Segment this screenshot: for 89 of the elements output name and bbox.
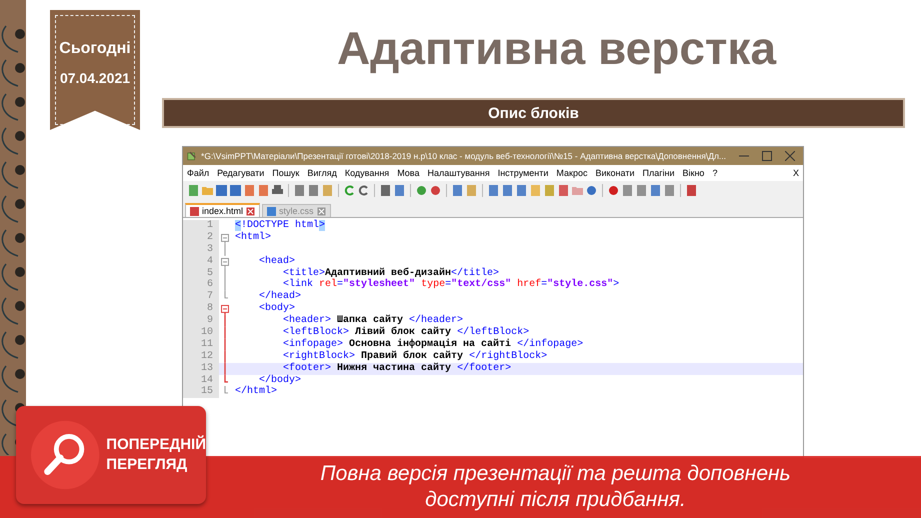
line-number: 8 — [183, 303, 219, 316]
toolbar-icon[interactable] — [357, 184, 370, 197]
toolbar-icon[interactable] — [487, 184, 500, 197]
menu-item[interactable]: Виконати — [595, 168, 634, 178]
menu-item[interactable]: Макрос — [556, 168, 588, 178]
close-tab-icon[interactable] — [246, 206, 256, 216]
toolbar-icon[interactable] — [393, 184, 406, 197]
line-number: 4 — [183, 256, 219, 268]
toolbar-icon[interactable] — [515, 184, 528, 197]
line-number: 2 — [183, 232, 219, 244]
fold-toggle-icon[interactable] — [219, 232, 231, 244]
preview-label: ПЕРЕГЛЯД — [106, 455, 188, 475]
section-bar: Опис блоків — [162, 98, 905, 128]
toolbar-icon[interactable] — [307, 184, 320, 197]
toolbar-icon[interactable] — [607, 184, 620, 197]
code-line: <link rel="stylesheet" type="text/css" href="style.css"> — [282, 279, 620, 290]
banner-text: Повна версія презентації та решта доповнень доступні після придбання. — [319, 461, 792, 513]
code-line: <infopage> Основна інформація на сайті </infopage> — [282, 338, 584, 350]
slide-title: Адаптивна верстка — [336, 21, 778, 76]
menu-item[interactable]: Інструменти — [498, 168, 548, 178]
toolbar-icon[interactable] — [229, 184, 242, 197]
line-number: 13 — [183, 362, 219, 375]
file-icon — [190, 206, 199, 216]
code-line: <!DOCTYPE html> — [234, 220, 326, 232]
toolbar-icon[interactable] — [343, 184, 356, 197]
date-text: 07.04.2021 — [60, 70, 130, 86]
close-icon[interactable] — [785, 151, 795, 161]
app-icon — [187, 150, 196, 162]
toolbar-icon[interactable] — [585, 184, 598, 197]
code-line: </html> — [234, 386, 278, 398]
menu-item[interactable]: ? — [712, 168, 718, 178]
file-tab[interactable]: index.html — [185, 203, 260, 217]
toolbar-icon[interactable] — [187, 184, 200, 197]
toolbar-icon[interactable] — [557, 184, 570, 197]
toolbar-icon[interactable] — [635, 184, 648, 197]
line-number: 9 — [183, 315, 219, 328]
menu-item[interactable]: Мова — [397, 168, 420, 178]
code-line: <body> — [258, 303, 296, 314]
menu-item[interactable]: Плагіни — [642, 168, 675, 178]
toolbar-icon[interactable] — [451, 184, 464, 197]
toolbar-icon[interactable] — [379, 184, 392, 197]
line-number: 11 — [183, 338, 219, 351]
menu-item[interactable]: Пошук — [272, 168, 300, 178]
code-line: <rightBlock> Правий блок сайту </rightBlock> — [282, 350, 548, 362]
toolbar-icon[interactable] — [243, 184, 256, 197]
code-line: <title>Адаптивний веб-дизайн</title> — [282, 268, 500, 279]
line-number: 12 — [183, 350, 219, 363]
menu-item[interactable]: Налаштування — [427, 168, 490, 178]
file-icon — [267, 206, 276, 216]
line-number: 5 — [183, 268, 219, 280]
toolbar-icon[interactable] — [685, 184, 698, 197]
toolbar-icon[interactable] — [649, 184, 662, 197]
toolbar-icon[interactable] — [501, 184, 514, 197]
line-number: 14 — [183, 374, 219, 386]
today-label: Сьогодні — [59, 40, 131, 58]
line-number: 7 — [183, 291, 219, 304]
code-line: <header> Шапка сайту </header> — [282, 315, 464, 326]
magnifier-icon — [30, 419, 100, 491]
toolbar-icon[interactable] — [415, 184, 428, 197]
fold-toggle-icon[interactable] — [219, 303, 231, 316]
code-line: <html> — [234, 232, 272, 244]
code-line: <footer> Нижня частина сайту </footer> — [282, 362, 512, 374]
menu-item[interactable]: Кодування — [344, 168, 390, 178]
line-number: 10 — [183, 327, 219, 339]
menu-item[interactable]: Вигляд — [307, 168, 337, 178]
code-line: <head> — [258, 256, 296, 268]
close-document-button[interactable]: X — [792, 168, 799, 178]
line-number: 15 — [183, 386, 219, 398]
close-tab-icon[interactable] — [316, 206, 326, 216]
toolbar-icon[interactable] — [257, 184, 270, 197]
toolbar-icon[interactable] — [293, 184, 306, 197]
line-number: 6 — [183, 279, 219, 292]
window-title: *G:\VsimPPT\Матеріали\Презентації готові\2018-2019 н.р\10 клас - модуль веб-технології\№15 - Адаптивна верстка\Доповнення\Дл... — [201, 151, 726, 161]
code-line: </body> — [259, 374, 302, 386]
toolbar-icon[interactable] — [271, 184, 284, 197]
code-line: </head> — [258, 291, 302, 302]
line-number: 3 — [183, 244, 219, 256]
preview-label: ПОПЕРЕДНІЙ — [106, 435, 206, 455]
menu-item[interactable]: Вікно — [682, 168, 704, 178]
menu-item[interactable]: Файл — [187, 168, 210, 178]
toolbar-icon[interactable] — [429, 184, 442, 197]
toolbar-icon[interactable] — [663, 184, 676, 197]
fold-toggle-icon[interactable] — [219, 256, 231, 268]
maximize-icon[interactable] — [762, 151, 772, 161]
toolbar-icon[interactable] — [621, 184, 634, 197]
line-number: 1 — [183, 220, 219, 232]
code-line: <leftBlock> Лівий блок сайту </leftBlock> — [282, 327, 530, 338]
toolbar-icon[interactable] — [215, 184, 228, 197]
menu-item[interactable]: Редагувати — [217, 168, 264, 178]
